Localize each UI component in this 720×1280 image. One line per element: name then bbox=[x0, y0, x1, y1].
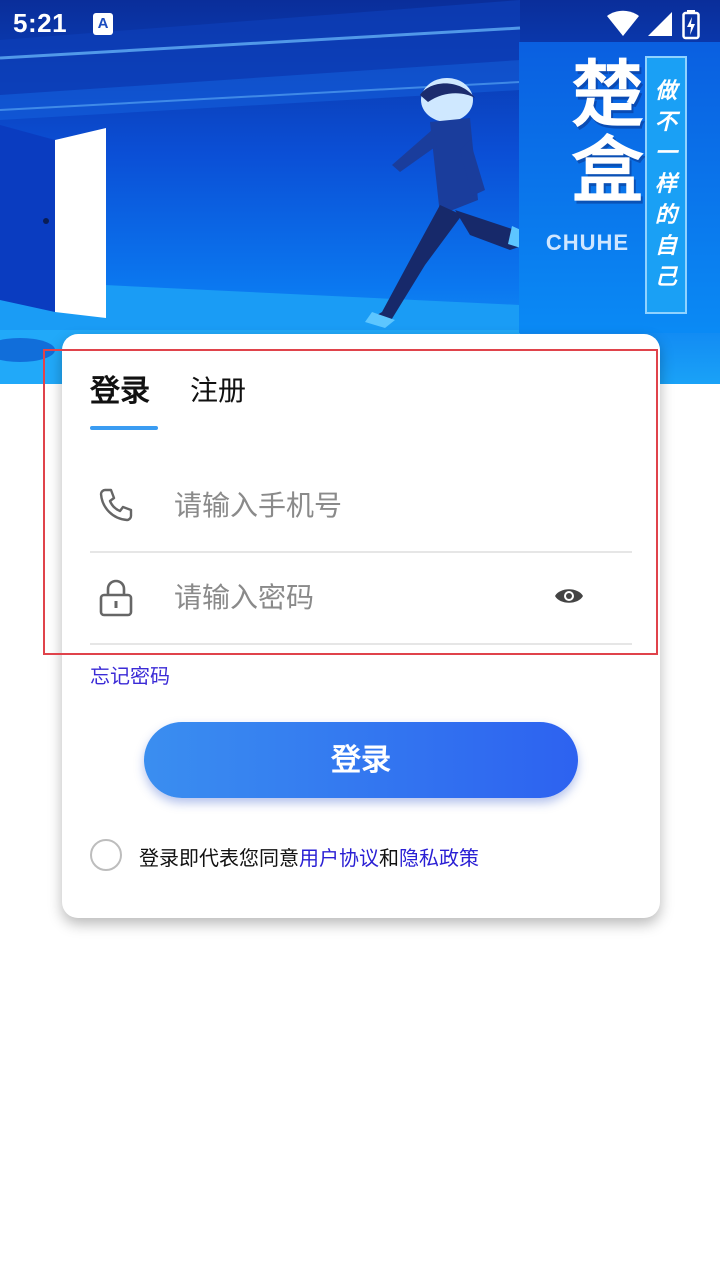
tab-active-indicator bbox=[90, 426, 158, 430]
lock-icon bbox=[99, 579, 133, 617]
privacy-policy-link[interactable]: 隐私政策 bbox=[399, 846, 479, 870]
signal-icon bbox=[648, 12, 672, 36]
agreement-and: 和 bbox=[379, 846, 399, 870]
forgot-password-link[interactable]: 忘记密码 bbox=[90, 660, 170, 689]
status-icons bbox=[606, 10, 706, 40]
brand-subtitle: CHUHE bbox=[545, 230, 630, 255]
phone-icon bbox=[99, 488, 133, 522]
status-time: 5:21 bbox=[13, 8, 68, 38]
brand-title: 楚盒 bbox=[559, 56, 643, 208]
agreement-text: 登录即代表您同意用户协议和隐私政策 bbox=[139, 842, 479, 871]
hero-banner: 楚盒 CHUHE 做不一样的自己 bbox=[0, 0, 720, 384]
app-notification-icon: A bbox=[93, 13, 113, 35]
agreement-checkbox[interactable] bbox=[90, 839, 122, 871]
tab-login[interactable]: 登录 bbox=[90, 366, 150, 410]
status-bar: 5:21 A bbox=[0, 0, 720, 50]
password-field-row bbox=[90, 551, 632, 645]
tab-register[interactable]: 注册 bbox=[190, 369, 246, 409]
password-input[interactable] bbox=[172, 571, 536, 623]
user-agreement-link[interactable]: 用户协议 bbox=[299, 846, 379, 870]
agreement-prefix: 登录即代表您同意 bbox=[139, 846, 299, 870]
runner-figure bbox=[365, 78, 532, 328]
battery-charging-icon bbox=[682, 10, 700, 40]
eye-visibility-icon[interactable] bbox=[554, 585, 584, 607]
phone-input[interactable] bbox=[172, 479, 536, 531]
slogan-box: 做不一样的自己 bbox=[645, 56, 687, 314]
login-button[interactable]: 登录 bbox=[144, 722, 578, 798]
slogan-text: 做不一样的自己 bbox=[654, 79, 677, 290]
wifi-icon bbox=[607, 10, 639, 36]
phone-field-row bbox=[90, 459, 632, 553]
